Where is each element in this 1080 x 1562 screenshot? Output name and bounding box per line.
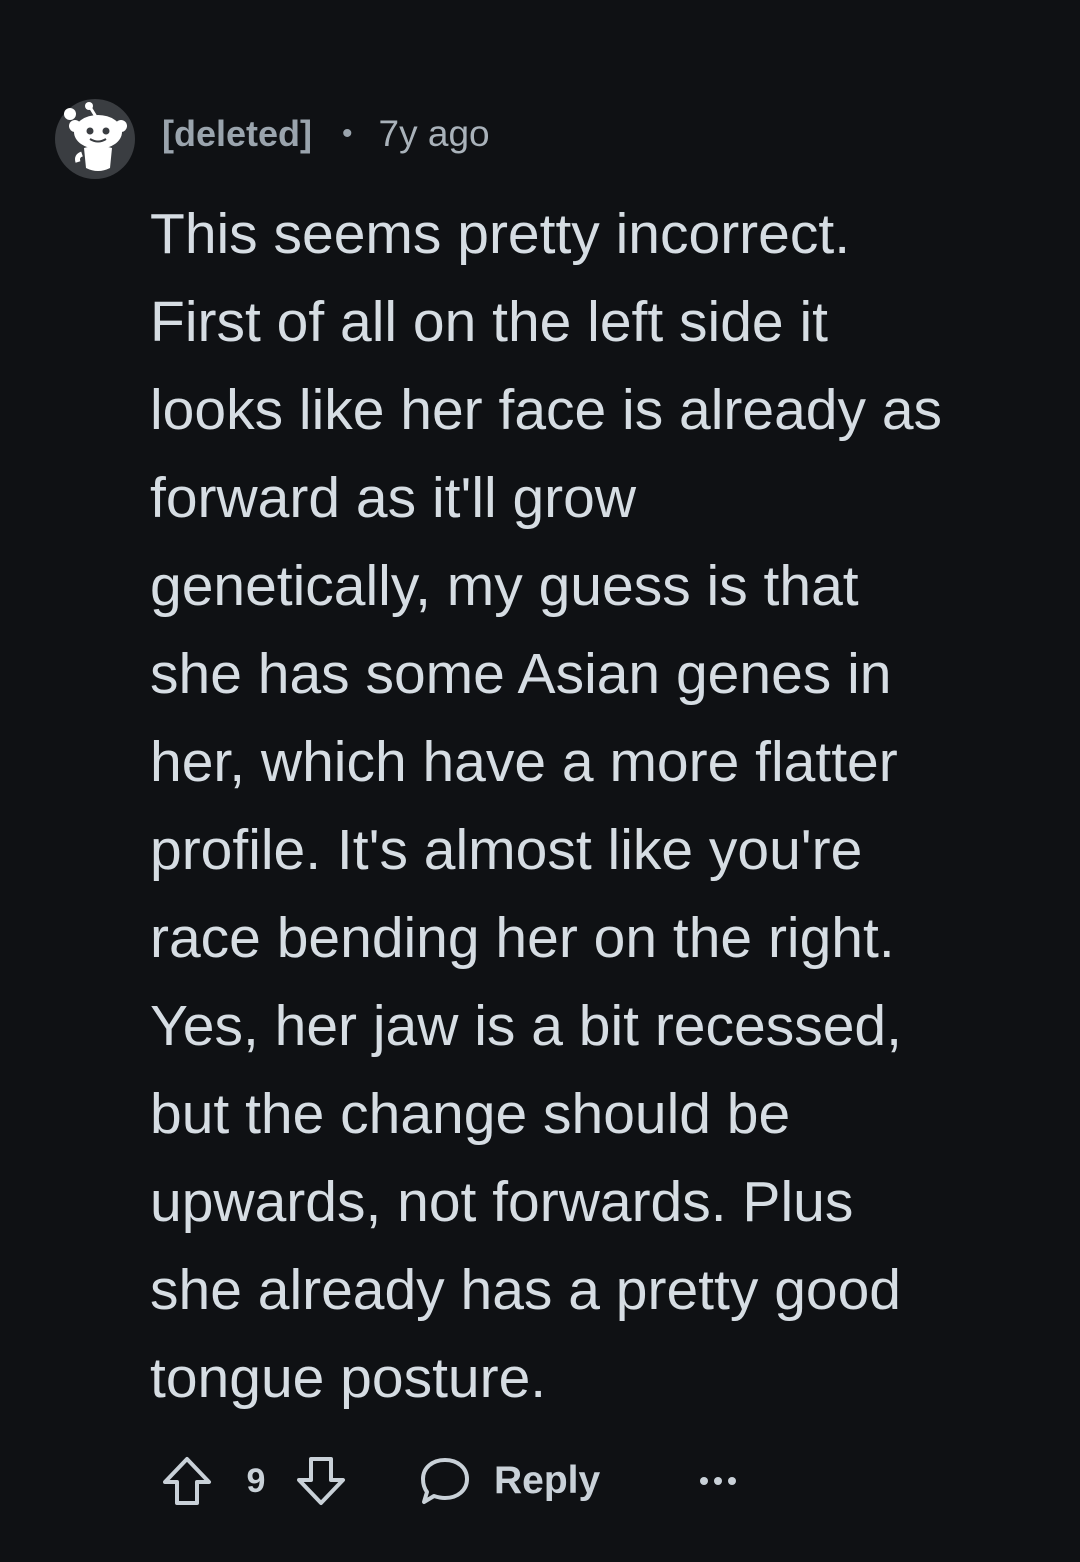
comment-body-line: Yes, her jaw is a bit recessed,: [150, 994, 902, 1058]
ellipsis-icon: [700, 1477, 736, 1485]
speech-bubble-icon: [421, 1458, 469, 1504]
comment-body-line: genetically, my guess is that: [150, 554, 859, 618]
snoo-avatar-icon: [55, 99, 135, 179]
reply-button[interactable]: Reply: [418, 1450, 600, 1512]
comment-body-line: First of all on the left side it: [150, 290, 828, 354]
comment-body-line: race bending her on the right.: [150, 906, 895, 970]
comment-body-line: profile. It's almost like you're: [150, 818, 863, 882]
meta-separator: •: [342, 117, 353, 150]
comment-body-line: forward as it'll grow: [150, 466, 637, 530]
comment-body: This seems pretty incorrect. First of al…: [150, 190, 1050, 1422]
reply-label: Reply: [494, 1459, 601, 1502]
comment-actions: 9 Reply: [0, 1440, 1080, 1520]
comment-body-line: This seems pretty incorrect.: [150, 202, 851, 266]
upvote-button[interactable]: [158, 1452, 216, 1510]
avatar[interactable]: [54, 98, 136, 180]
comment-body-line: but the change should be: [150, 1082, 791, 1146]
comment-body-line: tongue posture.: [150, 1346, 547, 1410]
comment-meta: [deleted] • 7y ago: [162, 108, 490, 160]
comment-body-line: she has some Asian genes in: [150, 642, 892, 706]
comment-body-line: upwards, not forwards. Plus: [150, 1170, 854, 1234]
downvote-button[interactable]: [292, 1452, 350, 1510]
upvote-arrow-icon: [163, 1457, 211, 1505]
vote-score: 9: [246, 1461, 266, 1500]
more-options-button[interactable]: [690, 1454, 746, 1508]
comment-body-line: her, which have a more flatter: [150, 730, 898, 794]
comment-body-line: looks like her face is already as: [150, 378, 943, 442]
comment: [deleted] • 7y ago This seems pretty inc…: [0, 0, 1080, 1562]
timestamp: 7y ago: [378, 113, 490, 154]
username[interactable]: [deleted]: [162, 113, 312, 155]
comment-body-line: she already has a pretty good: [150, 1258, 901, 1322]
downvote-arrow-icon: [297, 1457, 345, 1505]
